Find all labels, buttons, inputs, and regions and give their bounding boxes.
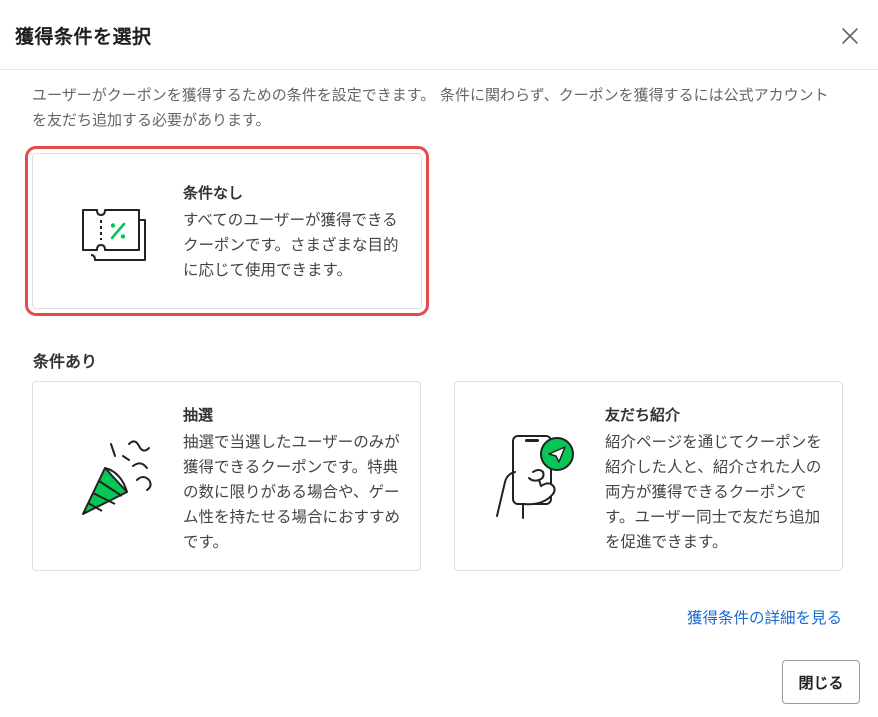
- modal-header: 獲得条件を選択: [0, 0, 878, 70]
- coupon-ticket-icon: [79, 206, 151, 268]
- no-condition-text: すべてのユーザーが獲得できるクーポンです。さまざまな目的に応じて使用できます。: [183, 211, 399, 279]
- lottery-card[interactable]: 抽選 抽選で当選したユーザーのみが獲得できるクーポンです。特典の数に限りがある場…: [32, 381, 421, 571]
- party-popper-icon: [77, 434, 157, 522]
- referral-text: 紹介ページを通じてクーポンを紹介した人と、紹介された人の両方が獲得できるクーポン…: [605, 433, 822, 551]
- lottery-title: 抽選: [183, 406, 214, 424]
- no-condition-title: 条件なし: [183, 184, 244, 202]
- lottery-text: 抽選で当選したユーザーのみが獲得できるクーポンです。特典の数に限りがある場合や、…: [183, 433, 401, 551]
- referral-title: 友だち紹介: [605, 406, 681, 424]
- modal-title: 獲得条件を選択: [15, 26, 152, 48]
- no-condition-card[interactable]: 条件なし すべてのユーザーが獲得できるクーポンです。さまざまな目的に応じて使用で…: [25, 146, 429, 316]
- condition-details-link[interactable]: 獲得条件の詳細を見る: [687, 606, 842, 628]
- close-icon[interactable]: [836, 22, 864, 50]
- referral-card[interactable]: 友だち紹介 紹介ページを通じてクーポンを紹介した人と、紹介された人の両方が獲得で…: [454, 381, 843, 571]
- modal-description: ユーザーがクーポンを獲得するための条件を設定できます。 条件に関わらず、クーポン…: [32, 86, 829, 129]
- condition-select-modal: 獲得条件を選択 ユーザーがクーポンを獲得するための条件を設定できます。 条件に関…: [0, 0, 878, 717]
- phone-share-icon: [493, 432, 577, 524]
- close-button[interactable]: 閉じる: [782, 660, 860, 704]
- section-label-with-condition: 条件あり: [33, 352, 98, 371]
